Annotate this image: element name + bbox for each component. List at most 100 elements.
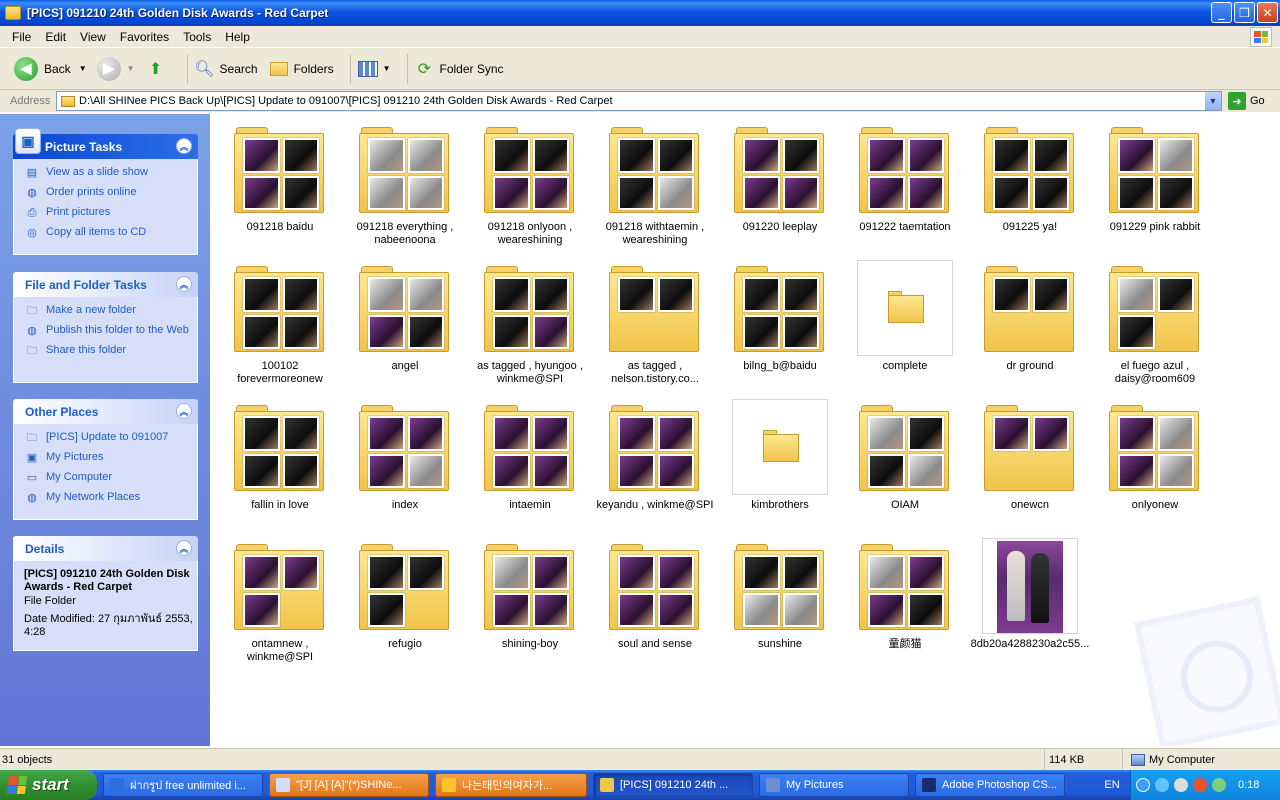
folder-item[interactable]: 091225 ya! bbox=[970, 121, 1090, 234]
close-button[interactable]: ✕ bbox=[1257, 2, 1278, 23]
folder-item[interactable]: dr ground bbox=[970, 260, 1090, 373]
app-icon bbox=[110, 778, 124, 792]
folder-item[interactable]: keyandu , winkme@SPI bbox=[595, 399, 715, 512]
folder-item[interactable]: 091229 pink rabbit bbox=[1095, 121, 1215, 234]
share-folder-link[interactable]: 🗀︎ Share this folder bbox=[24, 344, 193, 358]
publish-icon: ◍ bbox=[27, 324, 37, 337]
menu-edit[interactable]: Edit bbox=[45, 30, 66, 44]
item-label: kimbrothers bbox=[751, 499, 809, 511]
folder-item[interactable]: intaemin bbox=[470, 399, 590, 512]
taskbar-button[interactable]: Adobe Photoshop CS... bbox=[915, 773, 1065, 797]
folder-item[interactable]: as tagged , nelson.tistory.co... bbox=[595, 260, 715, 386]
print-pictures-link[interactable]: ⎙ Print pictures bbox=[24, 206, 193, 220]
menu-file[interactable]: File bbox=[12, 30, 31, 44]
slideshow-link[interactable]: ▤ View as a slide show bbox=[24, 166, 193, 180]
volume-icon[interactable] bbox=[1174, 778, 1188, 792]
menu-view[interactable]: View bbox=[80, 30, 106, 44]
go-button[interactable]: ➜ Go bbox=[1228, 92, 1265, 110]
folder-item[interactable]: 100102 forevermoreonew bbox=[220, 260, 340, 386]
menu-tools[interactable]: Tools bbox=[183, 30, 211, 44]
security-icon[interactable] bbox=[1193, 778, 1207, 792]
folder-item[interactable]: angel bbox=[345, 260, 465, 373]
maximize-button[interactable]: ❐ bbox=[1234, 2, 1255, 23]
folder-item[interactable]: shining-boy bbox=[470, 538, 590, 651]
taskbar-button-label: My Pictures bbox=[786, 779, 844, 791]
folder-item[interactable]: onlyonew bbox=[1095, 399, 1215, 512]
my-pictures-link[interactable]: ▣ My Pictures bbox=[24, 451, 193, 465]
folder-item[interactable]: onewcn bbox=[970, 399, 1090, 512]
collapse-icon[interactable]: ︽ bbox=[176, 403, 192, 419]
folder-icon bbox=[609, 266, 699, 352]
back-button[interactable]: ◀ Back ▼ bbox=[14, 56, 87, 81]
collapse-icon[interactable]: ︽ bbox=[176, 540, 192, 556]
network-icon[interactable] bbox=[1136, 778, 1150, 792]
chevron-down-icon[interactable]: ▼ bbox=[127, 64, 135, 73]
folder-item[interactable]: complete bbox=[845, 260, 965, 373]
menu-help[interactable]: Help bbox=[225, 30, 250, 44]
folder-item[interactable]: 091218 withtaemin , weareshining bbox=[595, 121, 715, 247]
new-folder-icon: 🗀︎ bbox=[26, 304, 38, 317]
folder-item[interactable]: 091218 onlyoon , weareshining bbox=[470, 121, 590, 247]
folder-item[interactable]: OIAM bbox=[845, 399, 965, 512]
folder-item[interactable]: 童颜猫 bbox=[845, 538, 965, 651]
folder-icon bbox=[859, 544, 949, 630]
image-file-item[interactable]: 8db20a4288230a2c55... bbox=[970, 538, 1090, 651]
taskbar-button[interactable]: [PICS] 091210 24th ... bbox=[593, 773, 753, 797]
order-prints-link[interactable]: ◍ Order prints online bbox=[24, 186, 193, 200]
start-button[interactable]: start bbox=[0, 770, 97, 800]
collapse-icon[interactable]: ︽ bbox=[176, 276, 192, 292]
folders-button[interactable]: Folders bbox=[268, 58, 334, 80]
folder-item[interactable]: soul and sense bbox=[595, 538, 715, 651]
my-network-link[interactable]: ◍ My Network Places bbox=[24, 491, 193, 505]
other-places-header[interactable]: Other Places ︽ bbox=[13, 399, 198, 424]
update-icon[interactable] bbox=[1212, 778, 1226, 792]
photo-thumbnail bbox=[743, 314, 780, 349]
taskbar-button[interactable]: ฝากรูป free unlimited i... bbox=[103, 773, 263, 797]
address-input[interactable]: D:\All SHINee PICS Back Up\[PICS] Update… bbox=[56, 91, 1222, 111]
item-label: fallin in love bbox=[251, 499, 309, 511]
minimize-button[interactable]: _ bbox=[1211, 2, 1232, 23]
folder-item[interactable]: kimbrothers bbox=[720, 399, 840, 512]
folder-item[interactable]: ontamnew , winkme@SPI bbox=[220, 538, 340, 664]
copy-to-cd-link[interactable]: ◎ Copy all items to CD bbox=[24, 226, 193, 240]
item-label: 091218 withtaemin , weareshining bbox=[605, 221, 705, 246]
taskbar-button[interactable]: My Pictures bbox=[759, 773, 909, 797]
new-folder-link[interactable]: 🗀︎ Make a new folder bbox=[24, 304, 193, 318]
forward-button[interactable]: ▶ ▼ bbox=[96, 56, 135, 81]
chevron-down-icon[interactable]: ▼ bbox=[383, 64, 391, 73]
views-button[interactable]: ▼ bbox=[357, 58, 391, 80]
up-folder-button[interactable]: ⬆ bbox=[145, 58, 171, 80]
taskbar-button[interactable]: 나는태민의여자가... bbox=[435, 773, 587, 797]
photo-thumbnail bbox=[993, 138, 1030, 173]
folder-item[interactable]: bilng_b@baidu bbox=[720, 260, 840, 373]
search-button[interactable]: 🔍︎ Search bbox=[194, 58, 257, 80]
folder-item[interactable]: index bbox=[345, 399, 465, 512]
folder-item[interactable]: 091218 baidu bbox=[220, 121, 340, 234]
taskbar-button[interactable]: "[J] [A] [A]"(*)SHINe... bbox=[269, 773, 429, 797]
publish-web-link[interactable]: ◍ Publish this folder to the Web bbox=[24, 324, 193, 338]
folder-item[interactable]: el fuego azul , daisy@room609 bbox=[1095, 260, 1215, 386]
picture-tasks-header[interactable]: ▣ Picture Tasks ︽ bbox=[13, 128, 198, 159]
folder-item[interactable]: 091222 taemtation bbox=[845, 121, 965, 234]
title-bar: [PICS] 091210 24th Golden Disk Awards - … bbox=[0, 0, 1280, 26]
file-folder-tasks-header[interactable]: File and Folder Tasks ︽ bbox=[13, 272, 198, 297]
details-header[interactable]: Details ︽ bbox=[13, 536, 198, 561]
photo-thumbnail bbox=[782, 138, 819, 173]
thumbnail bbox=[1107, 121, 1203, 217]
folder-item[interactable]: sunshine bbox=[720, 538, 840, 651]
folder-item[interactable]: 091218 everything , nabeenoona bbox=[345, 121, 465, 247]
clock[interactable]: 0:18 bbox=[1238, 779, 1259, 791]
parent-folder-link[interactable]: 🗀︎ [PICS] Update to 091007 bbox=[24, 431, 193, 445]
menu-favorites[interactable]: Favorites bbox=[120, 30, 169, 44]
folder-item[interactable]: as tagged , hyungoo , winkme@SPI bbox=[470, 260, 590, 386]
folder-item[interactable]: refugio bbox=[345, 538, 465, 651]
chevron-down-icon[interactable]: ▼ bbox=[79, 64, 87, 73]
language-indicator[interactable]: EN bbox=[1094, 770, 1130, 800]
chevron-down-icon[interactable]: ▼ bbox=[1205, 92, 1221, 110]
my-computer-link[interactable]: ▭ My Computer bbox=[24, 471, 193, 485]
collapse-icon[interactable]: ︽ bbox=[176, 138, 192, 154]
folder-item[interactable]: fallin in love bbox=[220, 399, 340, 512]
folder-item[interactable]: 091220 leeplay bbox=[720, 121, 840, 234]
folder-sync-button[interactable]: ⟳ Folder Sync bbox=[414, 58, 504, 80]
messenger-icon[interactable] bbox=[1155, 778, 1169, 792]
